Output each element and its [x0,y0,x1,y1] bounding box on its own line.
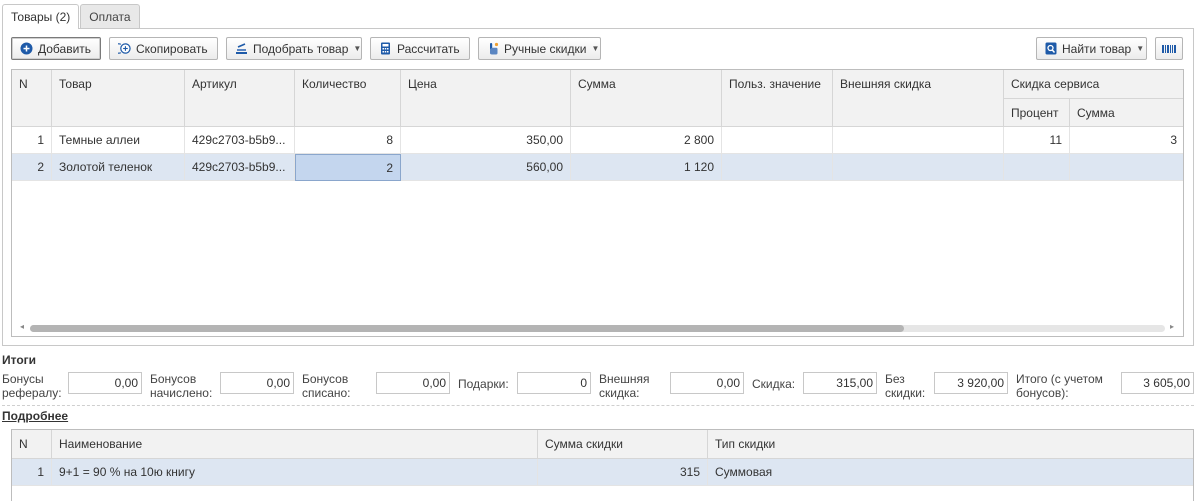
add-button[interactable]: Добавить [11,37,101,60]
search-icon [1045,42,1057,55]
table-cell-price[interactable]: 350,00 [401,127,571,154]
table-cell-amount[interactable]: 3 [1070,127,1183,154]
table-cell-percent[interactable] [1004,154,1070,181]
quantity-edit-field[interactable]: 2 [295,154,401,181]
col-header-amount[interactable]: Сумма [1070,99,1183,127]
table-cell-external-discount[interactable] [833,127,1004,154]
tab-bar: Товары (2) Оплата [2,4,141,29]
plus-circle-icon [20,42,33,55]
barcode-button[interactable] [1155,37,1183,60]
table-cell-n[interactable]: 2 [12,154,52,181]
table-cell-article[interactable]: 429c2703-b5b9... [185,154,295,181]
table-cell-quantity[interactable]: 8 [295,127,401,154]
col-header-n[interactable]: N [12,430,52,459]
col-header-article[interactable]: Артикул [185,70,295,127]
details-link[interactable]: Подробнее [2,409,68,423]
bonus-accrued-label: Бонусов начислено: [150,372,213,400]
hand-pointer-icon [487,42,499,55]
barcode-icon [1162,42,1176,56]
external-discount-field[interactable]: 0,00 [670,372,744,394]
pick-product-button[interactable]: Подобрать товар ▼ [226,37,362,60]
chevron-down-icon: ▼ [1136,44,1145,53]
scrollbar-thumb[interactable] [30,325,904,332]
referral-bonus-label: Бонусы рефералу: [2,372,62,400]
calculator-icon [379,42,392,55]
divider [2,405,1194,406]
chevron-down-icon: ▼ [591,44,600,53]
table-cell-sum[interactable]: 1 120 [571,154,722,181]
totals-title: Итоги [2,353,37,367]
referral-bonus-field[interactable]: 0,00 [68,372,142,394]
scroll-left-icon[interactable]: ◂ [20,322,24,331]
external-discount-label: Внешняя скидка: [599,372,650,400]
manual-discounts-button[interactable]: Ручные скидки ▼ [478,37,601,60]
copy-button[interactable]: Скопировать [109,37,218,60]
calculate-button-label: Рассчитать [397,41,460,56]
table-cell-discount-sum[interactable]: 315 [538,459,708,486]
table-cell-user-value[interactable] [722,127,833,154]
table-cell-product[interactable]: Темные аллеи [52,127,185,154]
table-cell-user-value[interactable] [722,154,833,181]
horizontal-scrollbar[interactable]: ◂ ▸ [12,320,1183,336]
table-cell-n[interactable]: 1 [12,459,52,486]
table-cell-discount-type[interactable]: Суммовая [708,459,1193,486]
col-header-sum[interactable]: Сумма [571,70,722,127]
calculate-button[interactable]: Рассчитать [370,37,470,60]
col-header-quantity[interactable]: Количество [295,70,401,127]
stack-pick-icon [235,42,248,55]
scroll-right-icon[interactable]: ▸ [1170,322,1174,331]
col-header-user-value[interactable]: Польз. значение [722,70,833,127]
table-cell-price[interactable]: 560,00 [401,154,571,181]
discount-details-table: N Наименование Сумма скидки Тип скидки 1… [11,429,1194,501]
col-header-product[interactable]: Товар [52,70,185,127]
no-discount-label: Без скидки: [885,372,926,400]
manual-discounts-label: Ручные скидки [504,41,587,56]
bonus-accrued-field[interactable]: 0,00 [220,372,294,394]
table-cell-product[interactable]: Золотой теленок [52,154,185,181]
pick-product-label: Подобрать товар [253,41,349,56]
col-header-name[interactable]: Наименование [52,430,538,459]
bonus-spent-label: Бонусов списано: [302,372,351,400]
table-cell-percent[interactable]: 11 [1004,127,1070,154]
col-header-percent[interactable]: Процент [1004,99,1070,127]
goods-table: N Товар Артикул Количество Цена Сумма По… [11,69,1184,337]
chevron-down-icon: ▼ [353,44,362,53]
col-header-n[interactable]: N [12,70,52,127]
col-header-discount-sum[interactable]: Сумма скидки [538,430,708,459]
table-cell-article[interactable]: 429c2703-b5b9... [185,127,295,154]
col-header-price[interactable]: Цена [401,70,571,127]
gifts-label: Подарки: [458,377,509,391]
no-discount-field[interactable]: 3 920,00 [934,372,1008,394]
table-cell-name[interactable]: 9+1 = 90 % на 10ю книгу [52,459,538,486]
find-product-label: Найти товар [1062,41,1132,56]
tab-payment[interactable]: Оплата [80,4,140,29]
table-cell-amount[interactable] [1070,154,1183,181]
add-button-label: Добавить [38,41,92,56]
col-header-service-discount[interactable]: Скидка сервиса [1004,70,1183,99]
col-header-discount-type[interactable]: Тип скидки [708,430,1193,459]
find-product-button[interactable]: Найти товар ▼ [1036,37,1147,60]
col-header-external-discount[interactable]: Внешняя скидка [833,70,1004,127]
copy-plus-icon [118,42,131,55]
discount-field[interactable]: 315,00 [803,372,877,394]
total-label: Итого (с учетом бонусов): [1016,372,1103,400]
total-field[interactable]: 3 605,00 [1121,372,1194,394]
tab-goods[interactable]: Товары (2) [2,4,80,29]
table-cell-external-discount[interactable] [833,154,1004,181]
copy-button-label: Скопировать [136,41,208,56]
table-cell-n[interactable]: 1 [12,127,52,154]
gifts-field[interactable]: 0 [517,372,591,394]
table-cell-sum[interactable]: 2 800 [571,127,722,154]
discount-label: Скидка: [752,377,796,391]
bonus-spent-field[interactable]: 0,00 [376,372,450,394]
